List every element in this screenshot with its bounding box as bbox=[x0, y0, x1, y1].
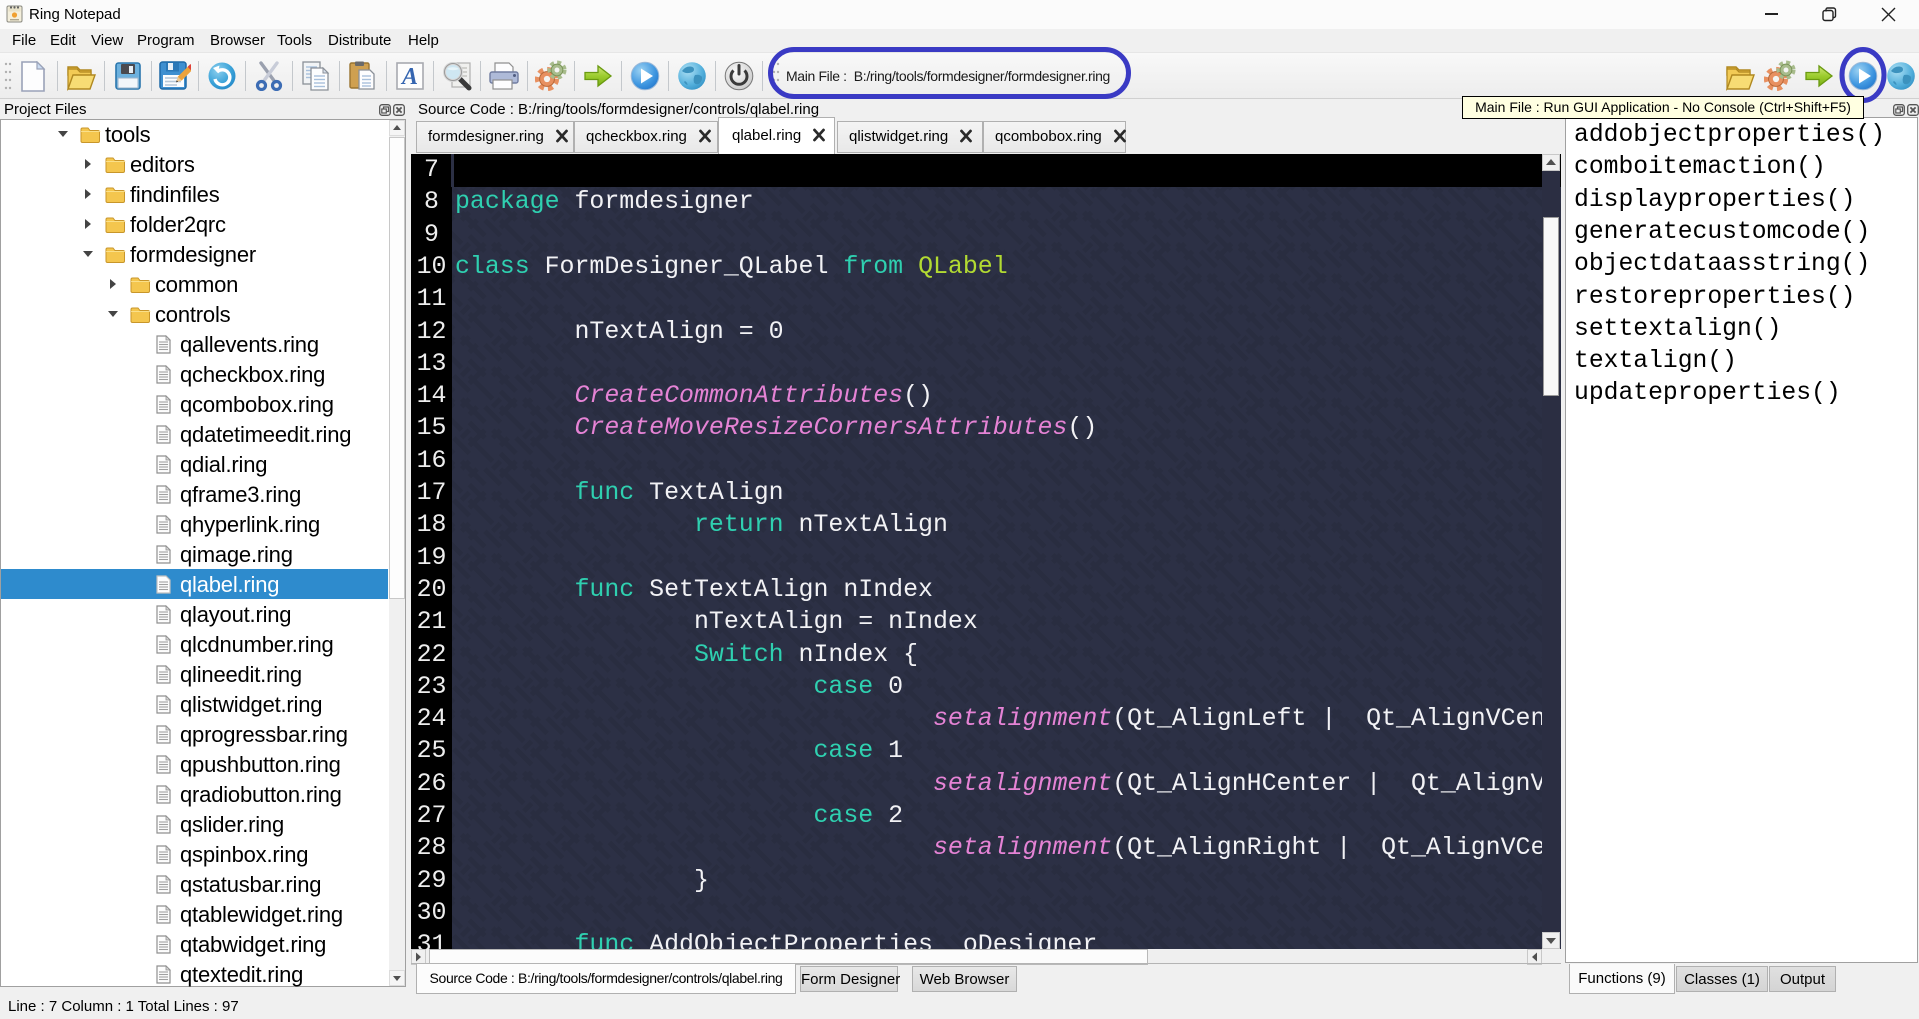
svg-text:A: A bbox=[400, 64, 418, 90]
